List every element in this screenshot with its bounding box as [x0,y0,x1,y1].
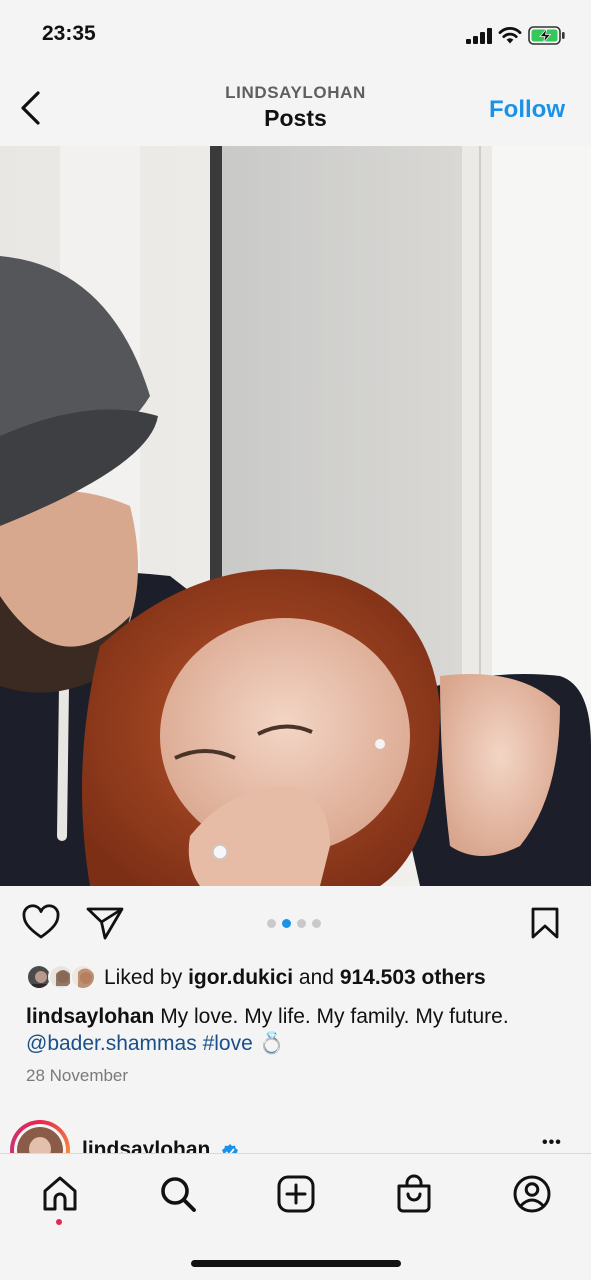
liker-username[interactable]: igor.dukici [188,966,293,989]
more-options-icon[interactable]: ••• [542,1134,562,1152]
carousel-dot [297,919,306,928]
next-post-header: lindsaylohan ••• [0,1118,591,1154]
carousel-dot-active [282,919,291,928]
story-ring[interactable] [10,1120,70,1154]
heart-icon[interactable] [22,904,60,940]
carousel-dot [312,919,321,928]
search-icon[interactable] [158,1174,198,1214]
caption-text: My love. My life. My family. My future. [154,1005,509,1028]
caption-mention[interactable]: @bader.shammas [26,1032,197,1055]
shop-bag-icon[interactable] [394,1174,434,1214]
post-photo-illustration [0,146,591,886]
home-icon[interactable] [40,1174,80,1214]
status-time: 23:35 [42,22,96,45]
top-navigation-bar: LINDSAYLOHAN Posts Follow [0,66,591,146]
home-notification-dot [56,1219,62,1225]
create-post-icon[interactable] [276,1174,316,1214]
likes-count[interactable]: 914.503 others [340,966,486,989]
share-paper-plane-icon[interactable] [86,906,124,940]
profile-icon[interactable] [512,1174,552,1214]
post-photo[interactable] [0,146,591,886]
signal-icon [466,28,492,44]
ring-emoji: 💍 [258,1032,285,1055]
likes-text: Liked by igor.dukici and 914.503 others [104,966,486,989]
home-indicator [191,1260,401,1267]
post-date: 28 November [26,1066,129,1085]
carousel-dot [267,919,276,928]
next-post-username[interactable]: lindsaylohan [82,1138,210,1154]
caption-hashtag[interactable]: #love [203,1032,253,1055]
likes-summary[interactable]: Liked by igor.dukici and 914.503 others [26,962,586,994]
post-actions [0,886,591,962]
caption-username[interactable]: lindsaylohan [26,1005,154,1028]
follow-button[interactable]: Follow [489,96,565,124]
post-caption: lindsaylohan My love. My life. My family… [26,1003,571,1057]
liker-avatar [70,964,96,990]
bottom-tab-bar [0,1153,591,1280]
battery-charging-icon [528,26,565,45]
carousel-indicator [267,919,321,929]
bookmark-icon[interactable] [530,906,560,940]
wifi-icon [498,27,522,44]
status-bar: 23:35 [0,0,591,66]
